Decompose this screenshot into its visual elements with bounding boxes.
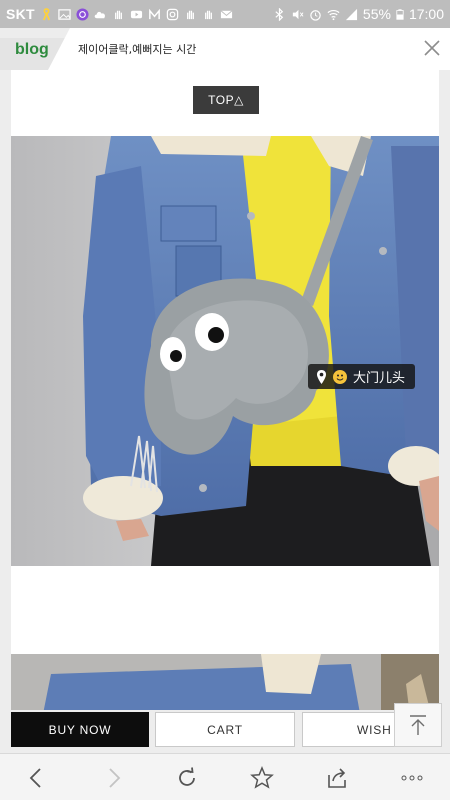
- youtube-icon: [130, 10, 142, 18]
- top-button[interactable]: TOP△: [193, 86, 259, 114]
- status-bar: SKT 55% 17:00: [0, 0, 450, 28]
- chevron-left-icon[interactable]: [25, 766, 49, 790]
- ribbon-icon: [42, 7, 50, 20]
- status-left: SKT: [6, 6, 233, 22]
- cloud-icon: [94, 11, 105, 18]
- clock: 17:00: [408, 6, 444, 22]
- buy-now-button[interactable]: BUY NOW: [11, 712, 149, 747]
- reload-icon[interactable]: [175, 766, 199, 790]
- purchase-action-bar: BUY NOW CART WISH: [0, 703, 450, 753]
- battery-percent: 55%: [362, 6, 391, 22]
- browser-toolbar: [0, 753, 450, 800]
- location-tag-label: 大门儿头: [353, 371, 406, 386]
- mute-icon: [292, 9, 304, 19]
- smile-emoji-icon: [333, 369, 347, 384]
- app-header: blog 제이어클락,예뻐지는 시간: [0, 28, 450, 70]
- location-pin-icon: [317, 369, 326, 384]
- more-dots-icon[interactable]: [400, 766, 424, 790]
- close-icon[interactable]: [422, 38, 442, 58]
- page-title: 제이어클락,예뻐지는 시간: [78, 43, 197, 56]
- blog-logo[interactable]: blog: [15, 41, 49, 59]
- app-m-icon: [149, 8, 160, 19]
- status-right: 55% 17:00: [273, 6, 444, 22]
- product-photo-2: [11, 654, 439, 710]
- product-photo: [11, 136, 439, 566]
- cart-button[interactable]: CART: [155, 712, 295, 747]
- alarm-icon: [310, 9, 321, 21]
- carrier-label: SKT: [6, 6, 35, 22]
- hand-icon: [114, 10, 122, 19]
- gallery-icon: [58, 8, 71, 20]
- location-tag[interactable]: 大门儿头: [308, 364, 416, 389]
- wish-button[interactable]: WISH: [302, 712, 402, 747]
- signal-icon: [345, 8, 357, 20]
- bluetooth-icon: [275, 7, 284, 21]
- scroll-to-top-button[interactable]: [394, 703, 442, 747]
- battery-icon: [396, 8, 404, 20]
- hand-icon-2: [186, 10, 194, 19]
- arrow-up-to-line-icon: [410, 715, 426, 735]
- instagram-icon: [166, 8, 179, 20]
- mail-icon: [220, 9, 233, 18]
- star-icon[interactable]: [250, 766, 274, 790]
- hand-icon-3: [204, 10, 212, 19]
- share-icon[interactable]: [325, 766, 349, 790]
- app-purple-icon: [76, 7, 89, 21]
- content-area[interactable]: TOP△ 大门儿头: [11, 70, 439, 710]
- chevron-right-icon[interactable]: [101, 766, 125, 790]
- wifi-icon: [327, 9, 340, 20]
